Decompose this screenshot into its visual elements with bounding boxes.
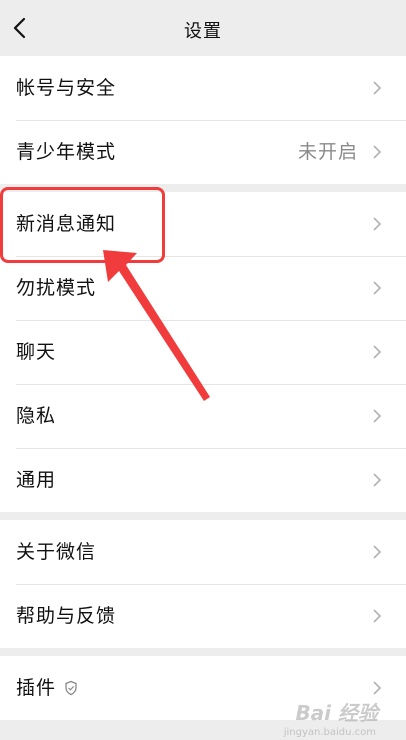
row-label: 通用 [16,469,57,491]
settings-row-account-security[interactable]: 帐号与安全 [0,56,406,120]
settings-group-about: 关于微信 帮助与反馈 [0,520,406,648]
settings-row-general[interactable]: 通用 [0,448,406,512]
settings-row-about-wechat[interactable]: 关于微信 [0,520,406,584]
page-title: 设置 [184,21,222,42]
settings-row-privacy[interactable]: 隐私 [0,384,406,448]
shield-icon [65,680,77,696]
row-label: 插件 [16,677,57,699]
navigation-bar: 设置 [0,0,406,56]
row-label: 关于微信 [16,541,97,563]
row-label: 帮助与反馈 [16,605,117,627]
settings-row-chat[interactable]: 聊天 [0,320,406,384]
chevron-right-icon [373,81,382,95]
row-label: 聊天 [16,341,57,363]
chevron-right-icon [373,473,382,487]
settings-group-account: 帐号与安全 青少年模式 未开启 [0,56,406,184]
chevron-right-icon [373,409,382,423]
chevron-right-icon [373,609,382,623]
settings-row-do-not-disturb[interactable]: 勿扰模式 [0,256,406,320]
row-label: 勿扰模式 [16,277,97,299]
row-label: 隐私 [16,405,57,427]
annotation-highlight-box [0,187,165,263]
row-label: 帐号与安全 [16,77,117,99]
row-status-value: 未开启 [297,141,358,163]
chevron-right-icon [373,281,382,295]
chevron-right-icon [373,681,382,695]
chevron-right-icon [373,345,382,359]
row-label: 青少年模式 [16,141,117,163]
chevron-right-icon [373,545,382,559]
baidu-watermark: Bai 经验 [295,701,378,725]
settings-row-help-feedback[interactable]: 帮助与反馈 [0,584,406,648]
chevron-right-icon [373,145,382,159]
baidu-watermark-url: jingyan.baidu.com [283,727,376,738]
chevron-right-icon [373,217,382,231]
settings-row-teen-mode[interactable]: 青少年模式 未开启 [0,120,406,184]
